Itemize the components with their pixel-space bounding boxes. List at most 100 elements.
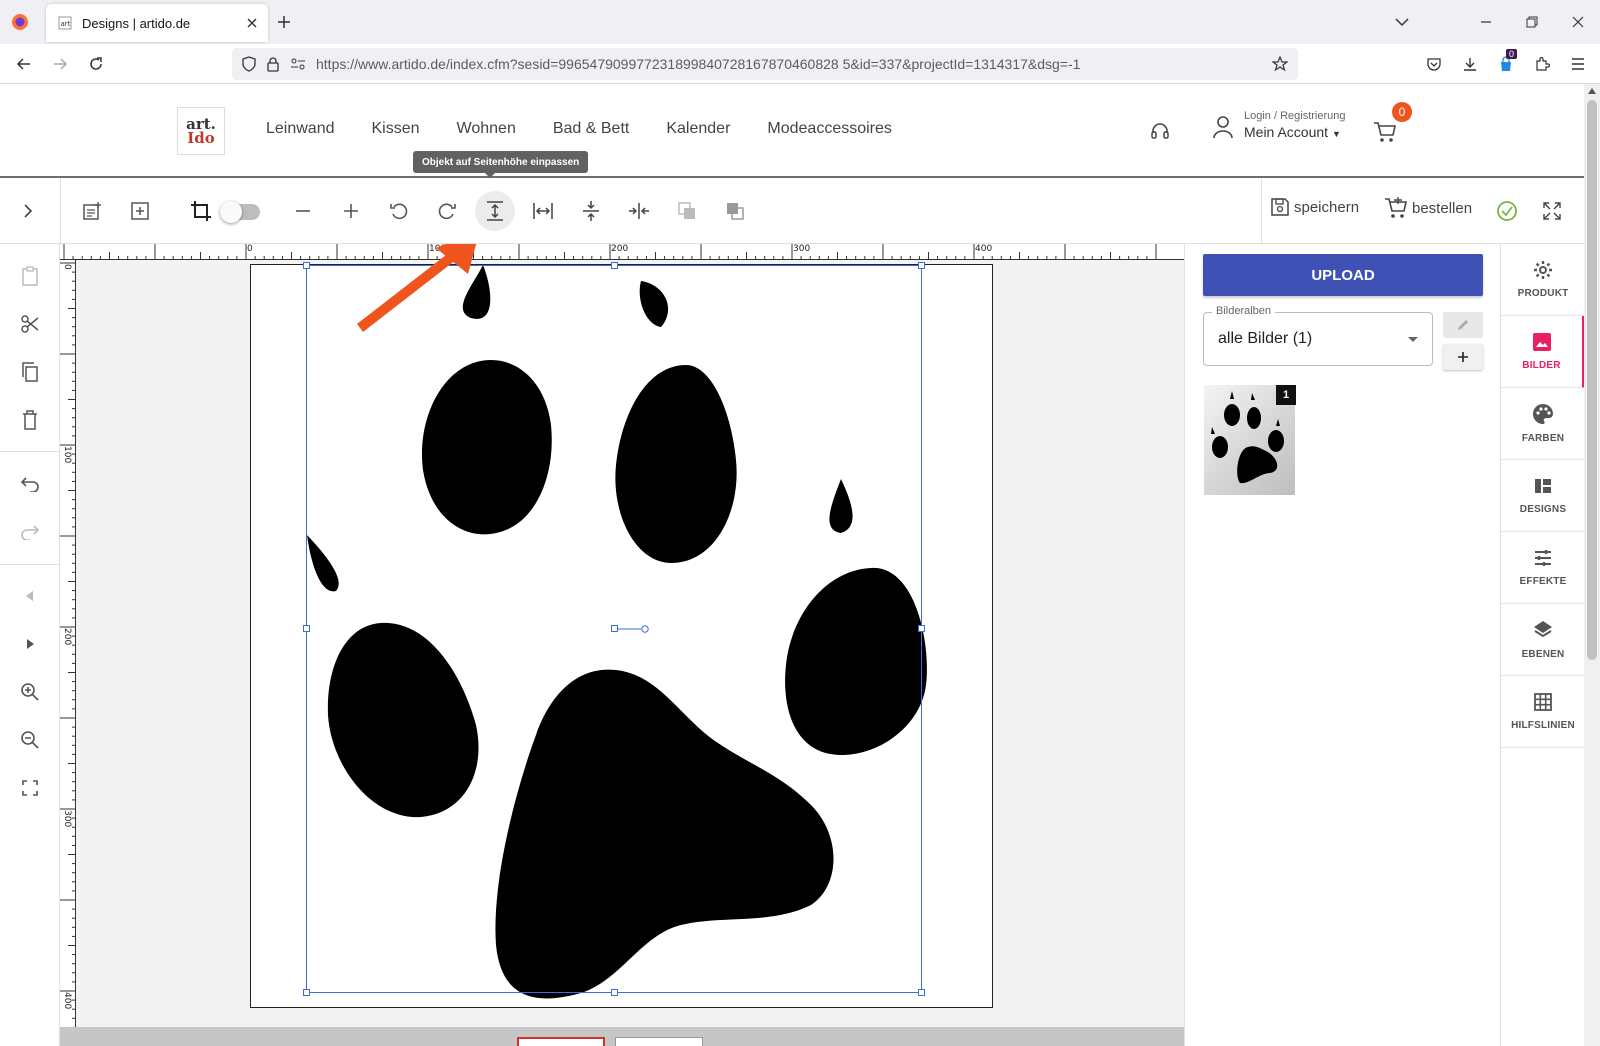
cut-scissors-icon[interactable] (10, 304, 50, 344)
artido-logo[interactable]: art. Ido (177, 107, 225, 155)
bookmark-star-icon[interactable] (1272, 56, 1288, 72)
crop-icon[interactable] (181, 191, 221, 231)
list-tabs-chevron-icon[interactable] (1392, 12, 1412, 32)
editor-toolbar: speichern bestellen (0, 178, 1584, 244)
delete-trash-icon[interactable] (10, 400, 50, 440)
zoom-in-plus-icon[interactable] (331, 191, 371, 231)
close-window-button[interactable] (1568, 12, 1588, 32)
redo-icon[interactable] (10, 512, 50, 552)
nav-item-modeaccessoires[interactable]: Modeaccessoires (767, 120, 892, 138)
page-thumbnail-back[interactable] (615, 1037, 703, 1046)
resize-handle[interactable] (611, 989, 618, 996)
paste-clipboard-icon[interactable] (10, 256, 50, 296)
crop-mode-toggle[interactable] (220, 201, 260, 223)
close-tab-icon[interactable] (246, 17, 258, 29)
resize-handle[interactable] (303, 625, 310, 632)
previous-page-arrow-icon[interactable] (10, 576, 50, 616)
next-page-arrow-icon[interactable] (10, 624, 50, 664)
restore-window-button[interactable] (1522, 12, 1542, 32)
resize-handle[interactable] (918, 262, 925, 269)
user-icon (1213, 115, 1233, 138)
album-select-legend: Bilderalben (1212, 305, 1276, 317)
zoom-out-icon[interactable] (10, 720, 50, 760)
edit-album-button[interactable] (1443, 312, 1483, 338)
browser-tab[interactable]: art Designs | artido.de (46, 4, 268, 42)
resize-handle[interactable] (611, 262, 618, 269)
design-page[interactable] (250, 262, 993, 1008)
permissions-icon[interactable] (290, 57, 306, 71)
bring-forward-icon[interactable] (715, 191, 755, 231)
main-navigation: Leinwand Kissen Wohnen Bad & Bett Kalend… (266, 120, 929, 138)
tab-produkt[interactable]: PRODUKT (1501, 244, 1585, 316)
tab-bilder[interactable]: BILDER (1501, 316, 1585, 388)
pencil-icon (1458, 320, 1468, 330)
resize-handle[interactable] (303, 989, 310, 996)
resize-handle[interactable] (918, 625, 925, 632)
fit-screen-icon[interactable] (10, 768, 50, 808)
center-vertical-icon[interactable] (571, 191, 611, 231)
firefox-icon[interactable] (10, 12, 30, 32)
resize-handle[interactable] (303, 262, 310, 269)
pocket-icon[interactable] (1424, 54, 1444, 74)
downloads-icon[interactable] (1460, 54, 1480, 74)
reload-icon[interactable] (86, 54, 106, 74)
forward-arrow-icon[interactable] (50, 54, 70, 74)
scroll-up-arrow-icon[interactable] (1588, 88, 1596, 94)
fit-to-page-height-icon[interactable] (475, 191, 515, 231)
nav-item-bad-bett[interactable]: Bad & Bett (553, 120, 630, 138)
rotate-right-icon[interactable] (427, 191, 467, 231)
scrollbar-thumb[interactable] (1587, 100, 1597, 660)
zoom-in-icon[interactable] (10, 672, 50, 712)
expand-panel-chevron-icon[interactable] (8, 191, 48, 231)
add-element-icon[interactable] (120, 191, 160, 231)
nav-item-kissen[interactable]: Kissen (372, 120, 420, 138)
tracking-shield-icon[interactable] (242, 56, 256, 72)
cart-icon[interactable] (1372, 120, 1398, 144)
tab-ebenen[interactable]: EBENEN (1501, 604, 1585, 676)
fit-to-page-width-icon[interactable] (523, 191, 563, 231)
new-tab-button[interactable] (274, 12, 294, 32)
design-canvas-area[interactable]: 0 100 200 300 400 0 100 200 300 400 (60, 244, 1184, 1046)
page-scrollbar[interactable] (1584, 84, 1600, 1046)
add-to-cart-icon (1385, 197, 1407, 218)
extensions-puzzle-icon[interactable] (1532, 54, 1552, 74)
send-backward-icon[interactable] (667, 191, 707, 231)
app-menu-icon[interactable] (1568, 54, 1588, 74)
check-circle-icon[interactable] (1487, 191, 1527, 231)
save-button[interactable]: speichern (1270, 197, 1359, 217)
copy-icon[interactable] (10, 352, 50, 392)
support-headset-icon[interactable] (1148, 120, 1172, 144)
tab-hilfslinien[interactable]: HILFSLINIEN (1501, 676, 1585, 748)
back-arrow-icon[interactable] (14, 54, 34, 74)
order-button[interactable]: bestellen (1384, 197, 1472, 219)
order-label: bestellen (1412, 199, 1473, 217)
add-text-icon[interactable] (72, 191, 112, 231)
palette-icon (1533, 404, 1553, 424)
tab-title: Designs | artido.de (82, 15, 191, 31)
undo-icon[interactable] (10, 464, 50, 504)
tab-designs[interactable]: DESIGNS (1501, 460, 1585, 532)
url-input[interactable]: https://www.artido.de/index.cfm?sesid=99… (232, 48, 1298, 80)
zoom-out-minus-icon[interactable] (283, 191, 323, 231)
tab-effekte[interactable]: EFFEKTE (1501, 532, 1585, 604)
account-menu[interactable]: Login / Registrierung Mein Account ▼ (1212, 110, 1346, 143)
login-register-label: Login / Registrierung (1244, 110, 1346, 122)
rotation-handle[interactable] (611, 625, 651, 633)
nav-item-wohnen[interactable]: Wohnen (457, 120, 516, 138)
lock-icon[interactable] (266, 56, 280, 72)
upload-button[interactable]: UPLOAD (1203, 254, 1483, 296)
minimize-window-button[interactable] (1476, 12, 1496, 32)
fullscreen-expand-icon[interactable] (1532, 191, 1572, 231)
nav-item-kalender[interactable]: Kalender (666, 120, 730, 138)
album-select[interactable]: Bilderalben alle Bilder (1) (1203, 305, 1433, 366)
page-thumbnail-front[interactable] (517, 1037, 605, 1046)
tab-farben[interactable]: FARBEN (1501, 388, 1585, 460)
my-account-label: Mein Account (1244, 124, 1329, 140)
center-horizontal-icon[interactable] (619, 191, 659, 231)
rotate-left-icon[interactable] (379, 191, 419, 231)
add-album-button[interactable] (1443, 344, 1483, 370)
resize-handle[interactable] (918, 989, 925, 996)
nav-item-leinwand[interactable]: Leinwand (266, 120, 335, 138)
extension-badge-icon[interactable]: 0 (1496, 49, 1518, 74)
dropdown-caret-icon (1408, 337, 1418, 342)
